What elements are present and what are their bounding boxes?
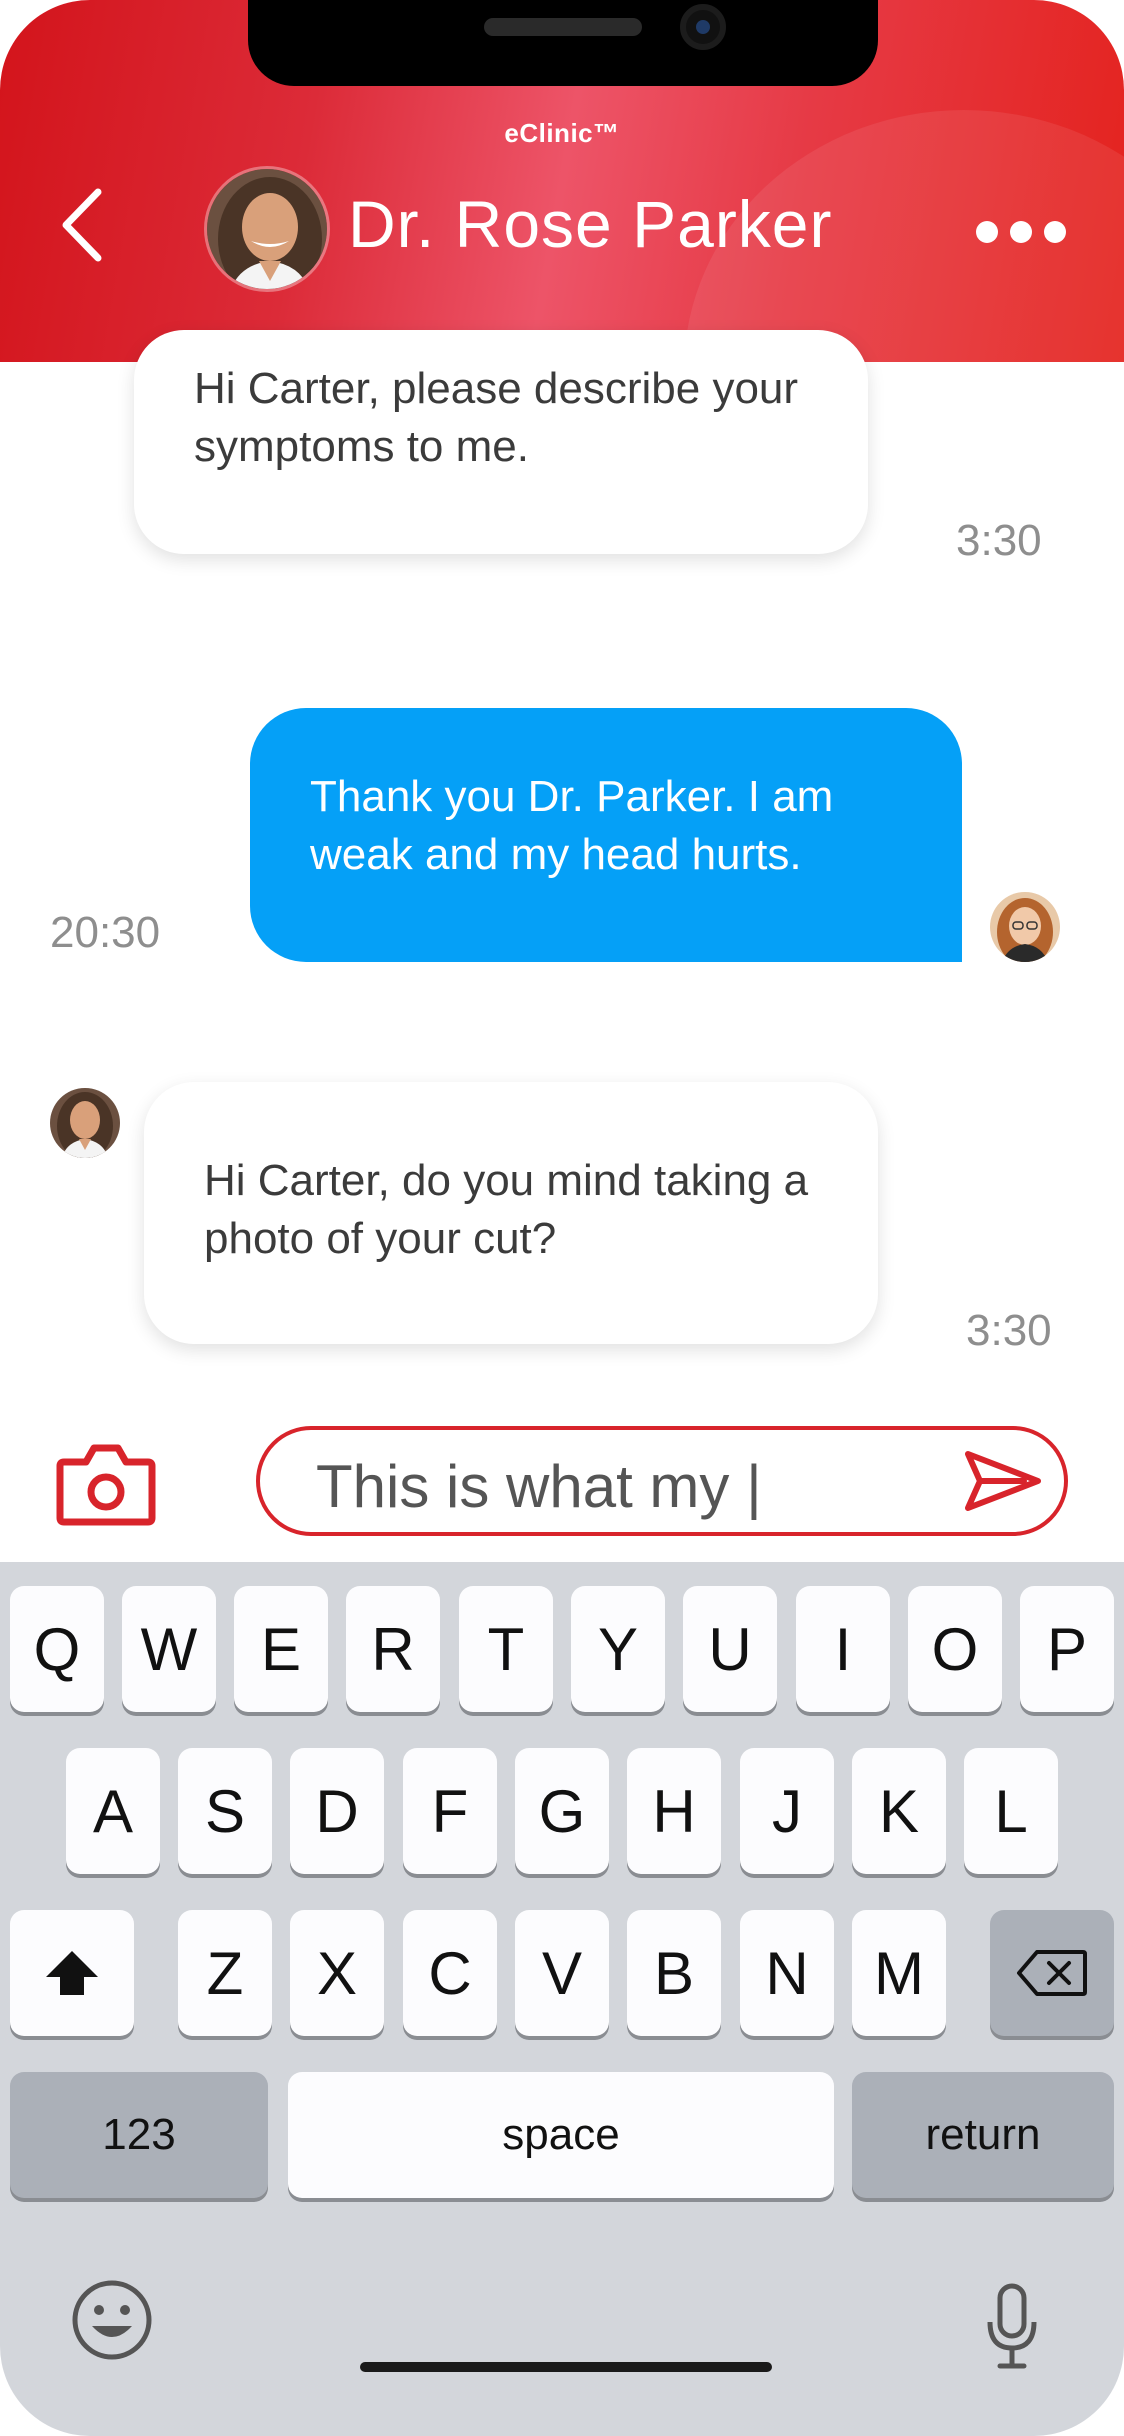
message-time: 3:30 <box>956 516 1042 565</box>
key-d[interactable]: D <box>290 1748 384 1874</box>
more-dot-icon <box>1010 221 1032 243</box>
doctor-avatar-small <box>50 1088 120 1158</box>
user-avatar <box>990 892 1060 962</box>
key-p[interactable]: P <box>1020 1586 1114 1712</box>
key-m[interactable]: M <box>852 1910 946 2036</box>
more-dot-icon <box>1044 221 1066 243</box>
key-k[interactable]: K <box>852 1748 946 1874</box>
doctor-name: Dr. Rose Parker <box>348 187 833 261</box>
home-indicator[interactable] <box>360 2362 772 2372</box>
key-s[interactable]: S <box>178 1748 272 1874</box>
key-l[interactable]: L <box>964 1748 1058 1874</box>
chevron-left-icon <box>62 188 102 262</box>
shift-arrow-icon <box>46 1951 98 1995</box>
message-text: Hi Carter, please describe your symptoms… <box>194 364 799 471</box>
device-notch <box>248 0 878 86</box>
incoming-message[interactable]: Hi Carter, do you mind taking a photo of… <box>144 1082 878 1344</box>
dictation-button[interactable] <box>982 2282 1042 2372</box>
key-i[interactable]: I <box>796 1586 890 1712</box>
more-dot-icon <box>976 221 998 243</box>
key-h[interactable]: H <box>627 1748 721 1874</box>
key-q[interactable]: Q <box>10 1586 104 1712</box>
space-key[interactable]: space <box>288 2072 834 2198</box>
camera-icon <box>56 1444 156 1526</box>
microphone-icon <box>987 2283 1037 2369</box>
delete-key[interactable] <box>990 1910 1114 2036</box>
incoming-message[interactable]: Hi Carter, please describe your symptoms… <box>134 330 868 554</box>
camera-button[interactable] <box>54 1438 158 1528</box>
key-c[interactable]: C <box>403 1910 497 2036</box>
key-j[interactable]: J <box>740 1748 834 1874</box>
message-text: Thank you Dr. Parker. I am weak and my h… <box>310 772 834 879</box>
send-button[interactable] <box>962 1448 1044 1514</box>
outgoing-message[interactable]: Thank you Dr. Parker. I am weak and my h… <box>250 708 962 962</box>
key-w[interactable]: W <box>122 1586 216 1712</box>
key-v[interactable]: V <box>515 1910 609 2036</box>
phone-screen: eClinic™ Dr. Rose Parker Hi Carter, plea… <box>0 0 1124 2436</box>
message-input-value: This is what my | <box>316 1453 762 1520</box>
key-b[interactable]: B <box>627 1910 721 2036</box>
key-f[interactable]: F <box>403 1748 497 1874</box>
app-brand: eClinic™ <box>504 118 620 148</box>
key-a[interactable]: A <box>66 1748 160 1874</box>
key-u[interactable]: U <box>683 1586 777 1712</box>
send-icon <box>965 1451 1041 1511</box>
key-y[interactable]: Y <box>571 1586 665 1712</box>
key-e[interactable]: E <box>234 1586 328 1712</box>
shift-key[interactable] <box>10 1910 134 2036</box>
chat-header: eClinic™ Dr. Rose Parker <box>0 0 1124 362</box>
numbers-key[interactable]: 123 <box>10 2072 268 2198</box>
doctor-avatar[interactable] <box>204 166 330 292</box>
emoji-icon <box>72 2280 152 2360</box>
key-t[interactable]: T <box>459 1586 553 1712</box>
message-time: 20:30 <box>50 908 161 957</box>
message-input[interactable]: This is what my | <box>256 1426 1068 1536</box>
speaker-grille <box>484 18 642 36</box>
back-button[interactable] <box>52 180 112 270</box>
key-g[interactable]: G <box>515 1748 609 1874</box>
backspace-icon <box>1017 1950 1087 1996</box>
emoji-button[interactable] <box>70 2278 154 2362</box>
front-camera <box>680 4 726 50</box>
key-n[interactable]: N <box>740 1910 834 2036</box>
key-o[interactable]: O <box>908 1586 1002 1712</box>
virtual-keyboard: Q W E R T Y U I O P A S D F G H J K L Z … <box>0 1562 1124 2436</box>
key-z[interactable]: Z <box>178 1910 272 2036</box>
return-key[interactable]: return <box>852 2072 1114 2198</box>
key-x[interactable]: X <box>290 1910 384 2036</box>
key-r[interactable]: R <box>346 1586 440 1712</box>
more-options-button[interactable] <box>976 214 1066 250</box>
message-text: Hi Carter, do you mind taking a photo of… <box>204 1156 809 1263</box>
message-time: 3:30 <box>966 1306 1052 1355</box>
